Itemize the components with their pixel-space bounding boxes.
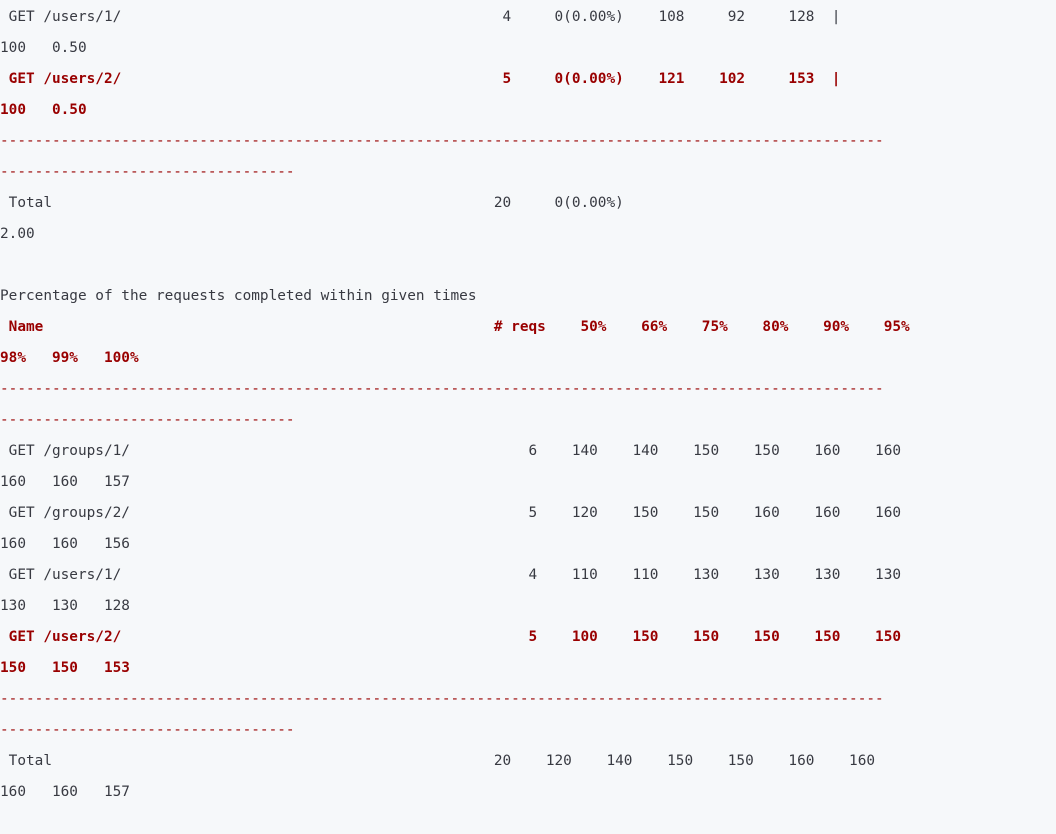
percentile-row-groups-1-wrap: 160 160 157 [0, 474, 130, 490]
percentile-section-title: Percentage of the requests completed wit… [0, 288, 477, 304]
percentile-total-row-wrap: 160 160 157 [0, 784, 130, 800]
separator-line: ----------------------------------------… [0, 381, 884, 397]
stats-row-users-1: GET /users/1/ 4 0(0.00%) 108 92 128 | [0, 9, 841, 25]
percentile-header: Name # reqs 50% 66% 75% 80% 90% 95% [0, 319, 910, 335]
percentile-row-groups-1: GET /groups/1/ 6 140 140 150 150 160 160 [0, 443, 902, 459]
separator-line: ----------------------------------------… [0, 133, 884, 149]
separator-line: ----------------------------------------… [0, 691, 884, 707]
percentile-row-groups-2-wrap: 160 160 156 [0, 536, 130, 552]
percentile-row-users-1-wrap: 130 130 128 [0, 598, 130, 614]
percentile-row-users-2: GET /users/2/ 5 100 150 150 150 150 150 [0, 629, 902, 645]
percentile-row-users-1: GET /users/1/ 4 110 110 130 130 130 130 [0, 567, 902, 583]
stats-row-users-2-wrap: 100 0.50 [0, 102, 87, 118]
separator-line-wrap: ---------------------------------- [0, 722, 295, 738]
percentile-row-users-2-wrap: 150 150 153 [0, 660, 130, 676]
percentile-row-groups-2: GET /groups/2/ 5 120 150 150 160 160 160 [0, 505, 902, 521]
terminal-output: GET /users/1/ 4 0(0.00%) 108 92 128 | 10… [0, 0, 1056, 834]
stats-row-users-1-wrap: 100 0.50 [0, 40, 87, 56]
percentile-total-row: Total 20 120 140 150 150 160 160 [0, 753, 876, 769]
stats-total-row: Total 20 0(0.00%) [0, 195, 624, 211]
stats-total-row-wrap: 2.00 [0, 226, 35, 242]
separator-line-wrap: ---------------------------------- [0, 164, 295, 180]
separator-line-wrap: ---------------------------------- [0, 412, 295, 428]
stats-row-users-2: GET /users/2/ 5 0(0.00%) 121 102 153 | [0, 71, 841, 87]
percentile-header-wrap: 98% 99% 100% [0, 350, 139, 366]
